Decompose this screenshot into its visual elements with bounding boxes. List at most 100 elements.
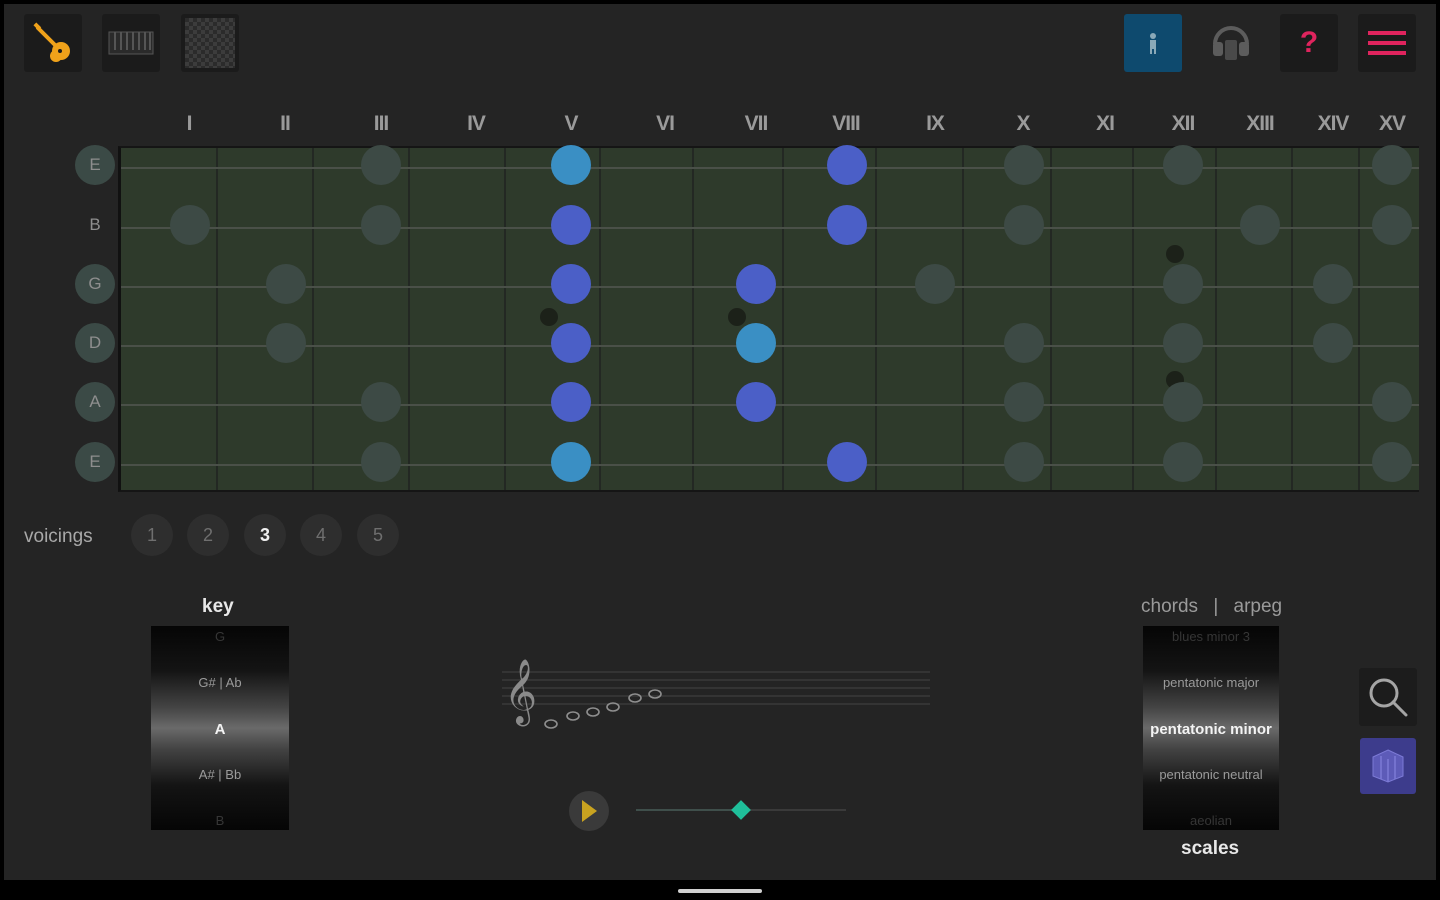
scale-note-dot[interactable] <box>1004 442 1044 482</box>
scales-option[interactable]: pentatonic neutral <box>1143 767 1279 782</box>
scale-note-dot[interactable] <box>1240 205 1280 245</box>
scale-note-dot[interactable] <box>266 323 306 363</box>
root-note-dot[interactable] <box>736 323 776 363</box>
voicing-button-2[interactable]: 2 <box>187 514 229 556</box>
scales-option[interactable]: aeolian <box>1143 813 1279 828</box>
root-note-dot[interactable] <box>551 442 591 482</box>
fret-numeral-14: XIV <box>1317 112 1350 135</box>
string-label-4[interactable]: D <box>75 323 115 363</box>
arpeg-tab[interactable]: arpeg <box>1234 596 1283 617</box>
key-option[interactable]: A <box>151 721 289 738</box>
guitar-string <box>121 167 1419 169</box>
voicing-note-dot[interactable] <box>827 205 867 245</box>
tempo-slider-thumb[interactable] <box>731 800 751 820</box>
help-button[interactable]: ? <box>1280 14 1338 72</box>
piano-mode-button[interactable] <box>102 14 160 72</box>
voicing-button-4[interactable]: 4 <box>300 514 342 556</box>
cube-view-button[interactable] <box>1360 738 1416 794</box>
voicing-note-dot[interactable] <box>551 323 591 363</box>
chords-tab[interactable]: chords <box>1141 596 1198 617</box>
scale-note-dot[interactable] <box>1372 442 1412 482</box>
scale-note-dot[interactable] <box>1372 205 1412 245</box>
fret-wire <box>312 148 314 490</box>
tempo-slider[interactable] <box>636 800 846 820</box>
fret-wire <box>504 148 506 490</box>
key-option[interactable]: G# | Ab <box>151 675 289 690</box>
string-label-3[interactable]: G <box>75 264 115 304</box>
scale-note-dot[interactable] <box>915 264 955 304</box>
voicing-note-dot[interactable] <box>827 145 867 185</box>
string-label-6[interactable]: E <box>75 442 115 482</box>
voicing-note-dot[interactable] <box>736 382 776 422</box>
cube-icon <box>1372 749 1404 783</box>
key-option[interactable]: B <box>151 813 289 828</box>
scale-note-dot[interactable] <box>1004 382 1044 422</box>
voicing-note-dot[interactable] <box>736 264 776 304</box>
scale-note-dot[interactable] <box>361 205 401 245</box>
voicing-button-5[interactable]: 5 <box>357 514 399 556</box>
scale-note-dot[interactable] <box>1163 323 1203 363</box>
help-icon: ? <box>1299 26 1319 59</box>
voicing-note-dot[interactable] <box>551 205 591 245</box>
scale-note-dot[interactable] <box>361 382 401 422</box>
headphones-button[interactable] <box>1202 14 1260 72</box>
scale-note-dot[interactable] <box>1372 145 1412 185</box>
scale-note-dot[interactable] <box>1163 264 1203 304</box>
scale-note-dot[interactable] <box>1004 323 1044 363</box>
scale-note-dot[interactable] <box>361 145 401 185</box>
scale-note-dot[interactable] <box>1163 442 1203 482</box>
scale-note-dot[interactable] <box>1004 145 1044 185</box>
scale-note-dot[interactable] <box>1163 382 1203 422</box>
scale-note-dot[interactable] <box>1163 145 1203 185</box>
string-label-2[interactable]: B <box>75 205 115 245</box>
scale-picker[interactable]: blues minor 3 pentatonic major pentatonic … <box>1143 626 1279 830</box>
string-label-1[interactable]: E <box>75 145 115 185</box>
scale-note-dot[interactable] <box>1372 382 1412 422</box>
key-option[interactable]: G <box>151 629 289 644</box>
scales-option[interactable]: pentatonic minor <box>1143 721 1279 738</box>
search-button[interactable] <box>1359 668 1417 726</box>
voicing-note-dot[interactable] <box>551 264 591 304</box>
grid-mode-button[interactable] <box>181 14 239 72</box>
piano-icon <box>108 31 154 55</box>
voicing-note-dot[interactable] <box>551 382 591 422</box>
tempo-slider-fill <box>636 809 741 811</box>
voicing-button-3[interactable]: 3 <box>244 514 286 556</box>
fret-wire <box>1050 148 1052 490</box>
fret-wire <box>782 148 784 490</box>
key-title: key <box>202 596 234 617</box>
fret-numeral-4: IV <box>467 112 486 135</box>
person-button[interactable] <box>1124 14 1182 72</box>
scale-note-dot[interactable] <box>361 442 401 482</box>
key-picker[interactable]: G G# | Ab A A# | Bb B <box>151 626 289 830</box>
root-note-dot[interactable] <box>551 145 591 185</box>
voicing-note-dot[interactable] <box>827 442 867 482</box>
scale-note-dot[interactable] <box>170 205 210 245</box>
scale-note-dot[interactable] <box>266 264 306 304</box>
person-icon <box>1150 33 1156 54</box>
home-indicator[interactable] <box>678 889 762 893</box>
scales-option[interactable]: pentatonic major <box>1143 675 1279 690</box>
fret-numeral-12: XII <box>1171 112 1196 135</box>
guitar-string <box>121 464 1419 466</box>
play-icon <box>582 800 597 822</box>
fret-numeral-2: II <box>280 112 291 135</box>
voicing-button-1[interactable]: 1 <box>131 514 173 556</box>
fret-wire <box>1215 148 1217 490</box>
tab-separator: | <box>1213 596 1219 617</box>
scale-note-dot[interactable] <box>1004 205 1044 245</box>
string-label-5[interactable]: A <box>75 382 115 422</box>
scale-note-dot[interactable] <box>1313 264 1353 304</box>
music-staff: 𝄞 <box>502 659 930 729</box>
guitar-mode-button[interactable] <box>24 14 82 72</box>
fret-wire <box>216 148 218 490</box>
guitar-string <box>121 227 1419 229</box>
menu-button[interactable] <box>1358 14 1416 72</box>
key-option[interactable]: A# | Bb <box>151 767 289 782</box>
scale-note-dot[interactable] <box>1313 323 1353 363</box>
fretboard[interactable] <box>118 145 1419 492</box>
fret-numeral-10: X <box>1016 112 1030 135</box>
scales-option[interactable]: blues minor 3 <box>1143 629 1279 644</box>
play-button[interactable] <box>569 791 609 831</box>
fret-wire <box>692 148 694 490</box>
